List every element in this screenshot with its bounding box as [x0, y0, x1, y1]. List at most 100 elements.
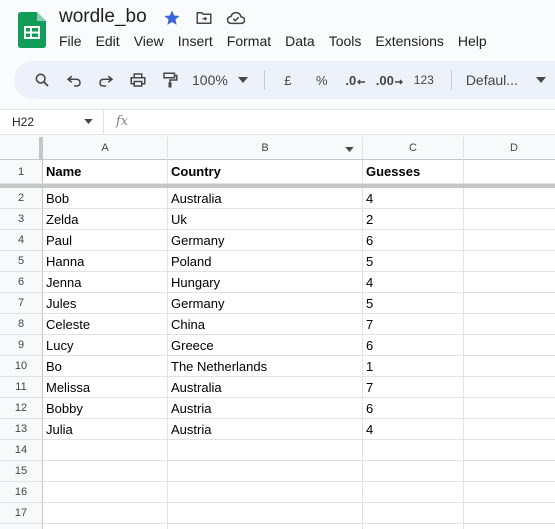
table-cell[interactable]: Paul: [43, 230, 168, 251]
search-menus-icon[interactable]: [28, 65, 56, 95]
font-family-select[interactable]: Defaul...: [460, 65, 552, 95]
menu-file[interactable]: File: [52, 31, 89, 51]
table-cell[interactable]: [464, 272, 555, 293]
freeze-divider[interactable]: [0, 184, 555, 188]
menu-data[interactable]: Data: [278, 31, 322, 51]
header-cell[interactable]: Country: [168, 160, 363, 184]
table-cell[interactable]: Melissa: [43, 377, 168, 398]
menu-format[interactable]: Format: [220, 31, 278, 51]
header-cell[interactable]: Name: [43, 160, 168, 184]
table-cell[interactable]: Australia: [168, 377, 363, 398]
row-header[interactable]: 14: [0, 440, 43, 461]
row-header[interactable]: 15: [0, 461, 43, 482]
table-cell[interactable]: [363, 482, 464, 503]
table-cell[interactable]: 4: [363, 419, 464, 440]
menu-insert[interactable]: Insert: [171, 31, 220, 51]
menu-edit[interactable]: Edit: [89, 31, 127, 51]
table-cell[interactable]: [464, 461, 555, 482]
row-header[interactable]: 5: [0, 251, 43, 272]
row-header[interactable]: 8: [0, 314, 43, 335]
table-cell[interactable]: 2: [363, 209, 464, 230]
table-cell[interactable]: 6: [363, 230, 464, 251]
table-cell[interactable]: [168, 482, 363, 503]
table-cell[interactable]: [464, 524, 555, 529]
format-percent-button[interactable]: %: [307, 65, 337, 95]
table-cell[interactable]: Hungary: [168, 272, 363, 293]
table-cell[interactable]: Hanna: [43, 251, 168, 272]
row-header[interactable]: 2: [0, 188, 43, 209]
table-cell[interactable]: Australia: [168, 188, 363, 209]
print-icon[interactable]: [124, 65, 152, 95]
table-cell[interactable]: 7: [363, 314, 464, 335]
decrease-decimal-button[interactable]: .0: [341, 65, 371, 95]
table-cell[interactable]: Zelda: [43, 209, 168, 230]
row-header[interactable]: 6: [0, 272, 43, 293]
table-cell[interactable]: China: [168, 314, 363, 335]
header-cell[interactable]: Guesses: [363, 160, 464, 184]
table-cell[interactable]: Austria: [168, 398, 363, 419]
table-cell[interactable]: 7: [363, 377, 464, 398]
table-cell[interactable]: 6: [363, 398, 464, 419]
table-cell[interactable]: Jules: [43, 293, 168, 314]
table-cell[interactable]: Germany: [168, 230, 363, 251]
table-cell[interactable]: Julia: [43, 419, 168, 440]
select-all-corner[interactable]: [0, 137, 43, 160]
table-cell[interactable]: [464, 440, 555, 461]
cloud-saved-icon[interactable]: [226, 8, 246, 28]
table-cell[interactable]: [43, 440, 168, 461]
table-cell[interactable]: [363, 524, 464, 529]
row-header[interactable]: 4: [0, 230, 43, 251]
row-header[interactable]: 16: [0, 482, 43, 503]
star-icon[interactable]: [162, 8, 182, 28]
table-cell[interactable]: Poland: [168, 251, 363, 272]
menu-tools[interactable]: Tools: [322, 31, 369, 51]
table-cell[interactable]: [464, 209, 555, 230]
table-cell[interactable]: [168, 461, 363, 482]
table-cell[interactable]: Celeste: [43, 314, 168, 335]
column-menu-icon[interactable]: [345, 147, 354, 152]
row-header[interactable]: 13: [0, 419, 43, 440]
format-currency-button[interactable]: £: [273, 65, 303, 95]
row-header[interactable]: 12: [0, 398, 43, 419]
table-cell[interactable]: 6: [363, 335, 464, 356]
table-cell[interactable]: [464, 482, 555, 503]
table-cell[interactable]: Bo: [43, 356, 168, 377]
table-cell[interactable]: 5: [363, 293, 464, 314]
table-cell[interactable]: [464, 335, 555, 356]
menu-extensions[interactable]: Extensions: [368, 31, 450, 51]
undo-icon[interactable]: [60, 65, 88, 95]
table-cell[interactable]: [363, 440, 464, 461]
table-cell[interactable]: Bobby: [43, 398, 168, 419]
move-to-folder-icon[interactable]: [194, 8, 214, 28]
row-header[interactable]: 3: [0, 209, 43, 230]
table-cell[interactable]: [464, 419, 555, 440]
table-cell[interactable]: Lucy: [43, 335, 168, 356]
table-cell[interactable]: [464, 230, 555, 251]
table-cell[interactable]: [363, 503, 464, 524]
row-header[interactable]: 1: [0, 160, 43, 184]
increase-decimal-button[interactable]: .00: [375, 65, 405, 95]
row-header[interactable]: 10: [0, 356, 43, 377]
table-cell[interactable]: [363, 461, 464, 482]
column-header-d[interactable]: D: [464, 137, 555, 160]
paint-format-icon[interactable]: [156, 65, 184, 95]
table-cell[interactable]: Jenna: [43, 272, 168, 293]
table-cell[interactable]: [464, 251, 555, 272]
table-cell[interactable]: Bob: [43, 188, 168, 209]
table-cell[interactable]: [464, 503, 555, 524]
table-cell[interactable]: 4: [363, 188, 464, 209]
table-cell[interactable]: [464, 398, 555, 419]
table-cell[interactable]: [464, 356, 555, 377]
table-cell[interactable]: [464, 314, 555, 335]
table-cell[interactable]: Greece: [168, 335, 363, 356]
row-header[interactable]: 18: [0, 524, 43, 529]
column-header-a[interactable]: A: [43, 137, 168, 160]
table-cell[interactable]: [464, 188, 555, 209]
table-cell[interactable]: Uk: [168, 209, 363, 230]
column-header-c[interactable]: C: [363, 137, 464, 160]
table-cell[interactable]: 4: [363, 272, 464, 293]
table-cell[interactable]: [168, 440, 363, 461]
table-cell[interactable]: [43, 482, 168, 503]
spreadsheet-grid[interactable]: A B C D 1 Name Country Guesses 2 Bob Australia 4 3 Ze…: [0, 137, 555, 529]
table-cell[interactable]: [43, 461, 168, 482]
